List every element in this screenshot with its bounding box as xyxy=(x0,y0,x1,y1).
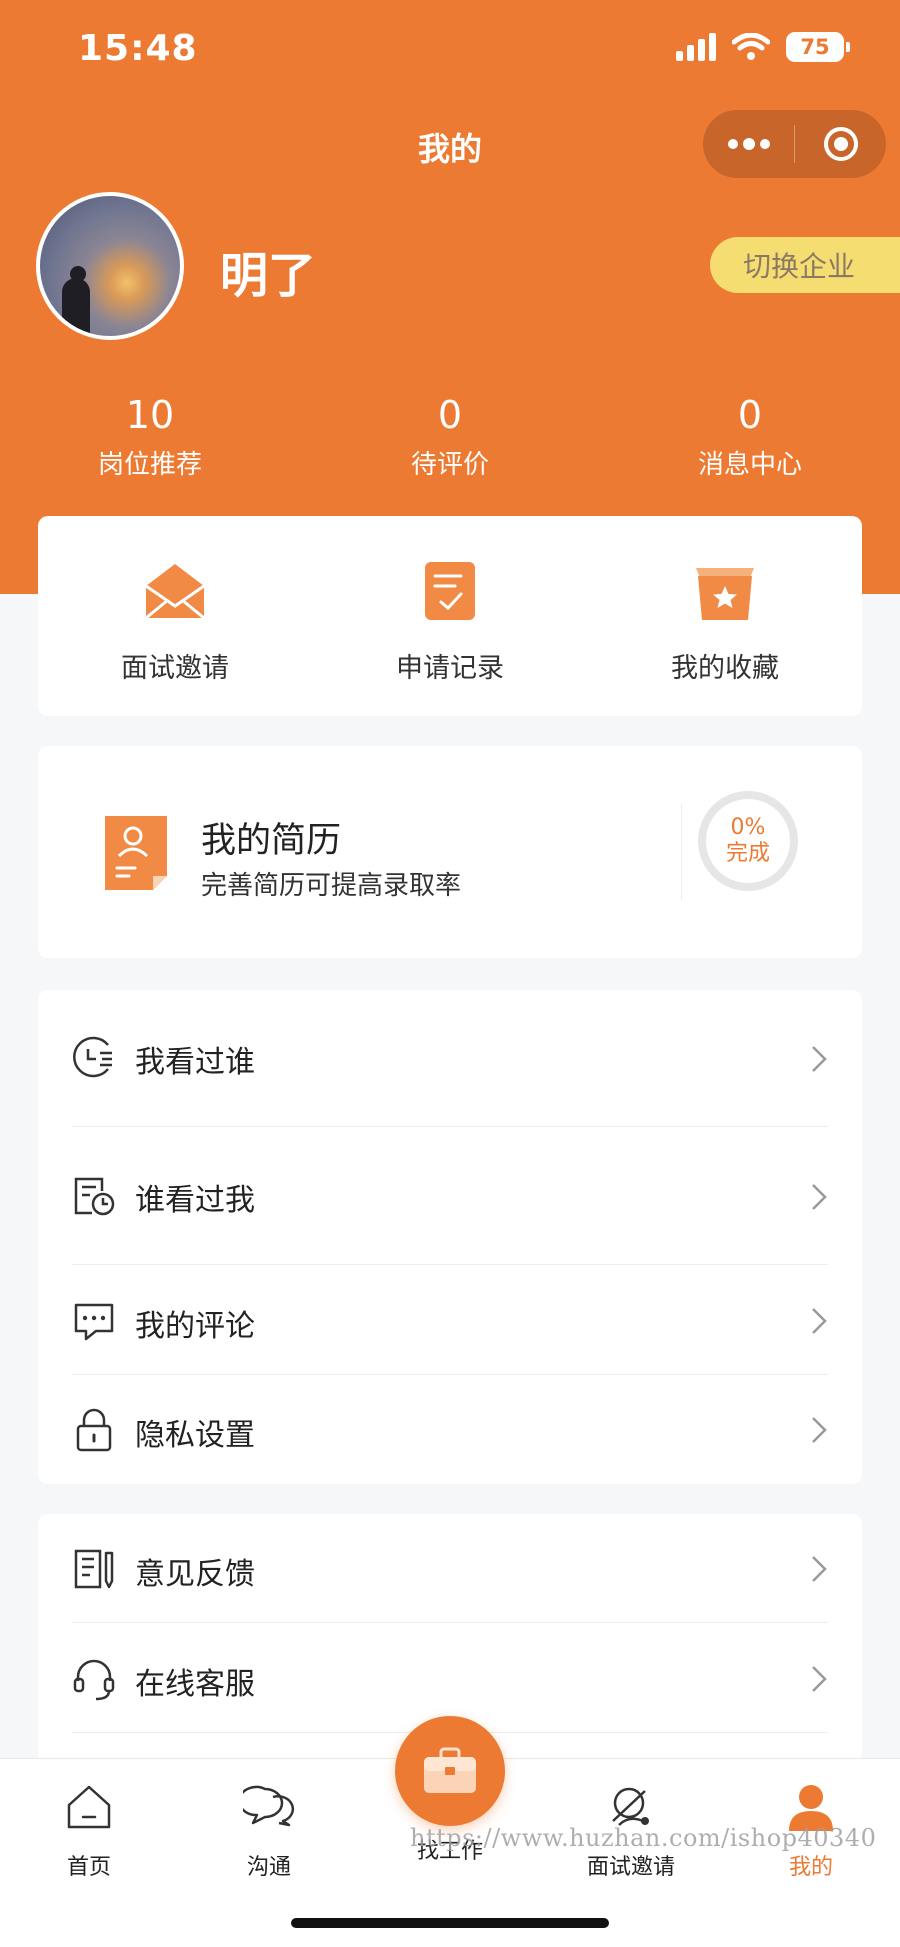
status-time: 15:48 xyxy=(78,28,198,69)
envelope-icon xyxy=(145,564,205,620)
chevron-right-icon xyxy=(812,1184,827,1210)
quick-label: 申请记录 xyxy=(396,653,504,684)
menu-item-my-comments[interactable]: 我的评论 xyxy=(38,1266,862,1376)
username[interactable]: 明了 xyxy=(220,236,316,306)
history-clock-icon xyxy=(73,1036,112,1078)
chevron-right-icon xyxy=(812,1417,827,1443)
resume-card[interactable]: 我的简历 完善简历可提高录取率 0% 完成 xyxy=(38,746,862,958)
resume-divider xyxy=(681,804,682,900)
chevron-right-icon xyxy=(812,1666,827,1692)
quick-application-record[interactable]: 申请记录 xyxy=(350,556,550,685)
stat-value: 0 xyxy=(437,393,463,437)
stat-value: 0 xyxy=(737,393,763,437)
stat-message-center[interactable]: 0 消息中心 xyxy=(650,392,850,481)
quick-label: 面试邀请 xyxy=(121,653,229,684)
stat-job-recommend[interactable]: 10 岗位推荐 xyxy=(50,392,250,481)
stat-value: 10 xyxy=(125,393,175,437)
wifi-icon xyxy=(732,33,770,60)
target-icon xyxy=(823,127,858,161)
menu-label: 我的评论 xyxy=(135,1309,255,1344)
menu-card-activity: 我看过谁 谁看过我 我的评论 隐私设置 xyxy=(38,990,862,1484)
stat-label: 待评价 xyxy=(410,450,489,480)
favorites-star-icon xyxy=(696,568,754,620)
quick-label: 我的收藏 xyxy=(671,653,779,684)
chat-icon xyxy=(238,1785,295,1827)
stat-pending-review[interactable]: 0 待评价 xyxy=(350,392,550,481)
menu-item-privacy-settings[interactable]: 隐私设置 xyxy=(38,1376,862,1484)
stats-row: 10 岗位推荐 0 待评价 0 消息中心 xyxy=(0,392,900,492)
tab-home[interactable]: 首页 xyxy=(29,1771,149,1881)
status-indicators: 75 xyxy=(676,32,850,62)
resume-subtitle: 完善简历可提高录取率 xyxy=(201,871,462,901)
resume-document-icon xyxy=(105,816,167,890)
tab-label: 沟通 xyxy=(246,1855,291,1880)
home-indicator xyxy=(291,1918,609,1928)
resume-progress-label: 完成 xyxy=(725,841,770,866)
menu-label: 隐私设置 xyxy=(135,1418,255,1453)
menu-divider xyxy=(72,1126,828,1127)
tab-chat[interactable]: 沟通 xyxy=(209,1771,329,1881)
resume-progress-percent: 0% xyxy=(730,815,766,840)
quick-interview-invite[interactable]: 面试邀请 xyxy=(75,556,275,685)
switch-enterprise-button[interactable]: 切换企业 xyxy=(710,237,900,293)
menu-divider xyxy=(72,1622,828,1623)
chevron-right-icon xyxy=(812,1046,827,1072)
tab-label: 首页 xyxy=(66,1855,111,1880)
menu-divider xyxy=(72,1264,828,1265)
tab-label: 面试邀请 xyxy=(586,1855,675,1880)
quick-actions-card: 面试邀请 申请记录 我的收藏 xyxy=(38,516,862,716)
stat-label: 消息中心 xyxy=(697,450,802,480)
headset-icon xyxy=(73,1659,115,1701)
chevron-right-icon xyxy=(812,1556,827,1582)
menu-divider xyxy=(72,1374,828,1375)
comment-icon xyxy=(74,1303,114,1341)
resume-progress: 0% 完成 xyxy=(695,788,801,894)
tab-find-job[interactable] xyxy=(395,1716,505,1826)
battery-indicator: 75 xyxy=(786,32,850,62)
more-button[interactable] xyxy=(703,110,794,178)
signal-icon xyxy=(676,33,716,61)
home-icon xyxy=(67,1785,111,1829)
watermark: https://www.huzhan.com/ishop40340 xyxy=(410,1824,877,1852)
feedback-icon xyxy=(74,1549,114,1589)
quick-my-favorites[interactable]: 我的收藏 xyxy=(625,556,825,685)
menu-item-feedback[interactable]: 意见反馈 xyxy=(38,1514,862,1624)
briefcase-icon xyxy=(424,1747,476,1793)
viewed-me-icon xyxy=(74,1177,115,1216)
chevron-right-icon xyxy=(812,1308,827,1334)
application-record-icon xyxy=(425,562,475,620)
stat-label: 岗位推荐 xyxy=(97,450,202,480)
more-dots-icon xyxy=(727,138,770,150)
menu-label: 我看过谁 xyxy=(135,1045,255,1080)
avatar-silhouette xyxy=(62,278,90,336)
menu-label: 意见反馈 xyxy=(135,1557,255,1592)
menu-label: 谁看过我 xyxy=(135,1183,255,1218)
tab-label: 我的 xyxy=(788,1855,833,1880)
miniprogram-capsule xyxy=(703,110,886,178)
menu-item-who-viewed-me[interactable]: 谁看过我 xyxy=(38,1128,862,1266)
close-miniprogram-button[interactable] xyxy=(795,110,886,178)
resume-title: 我的简历 xyxy=(201,821,342,861)
menu-label: 在线客服 xyxy=(135,1667,255,1702)
avatar[interactable] xyxy=(36,192,184,340)
lock-icon xyxy=(76,1408,112,1452)
menu-item-viewed-by-me[interactable]: 我看过谁 xyxy=(38,990,862,1128)
